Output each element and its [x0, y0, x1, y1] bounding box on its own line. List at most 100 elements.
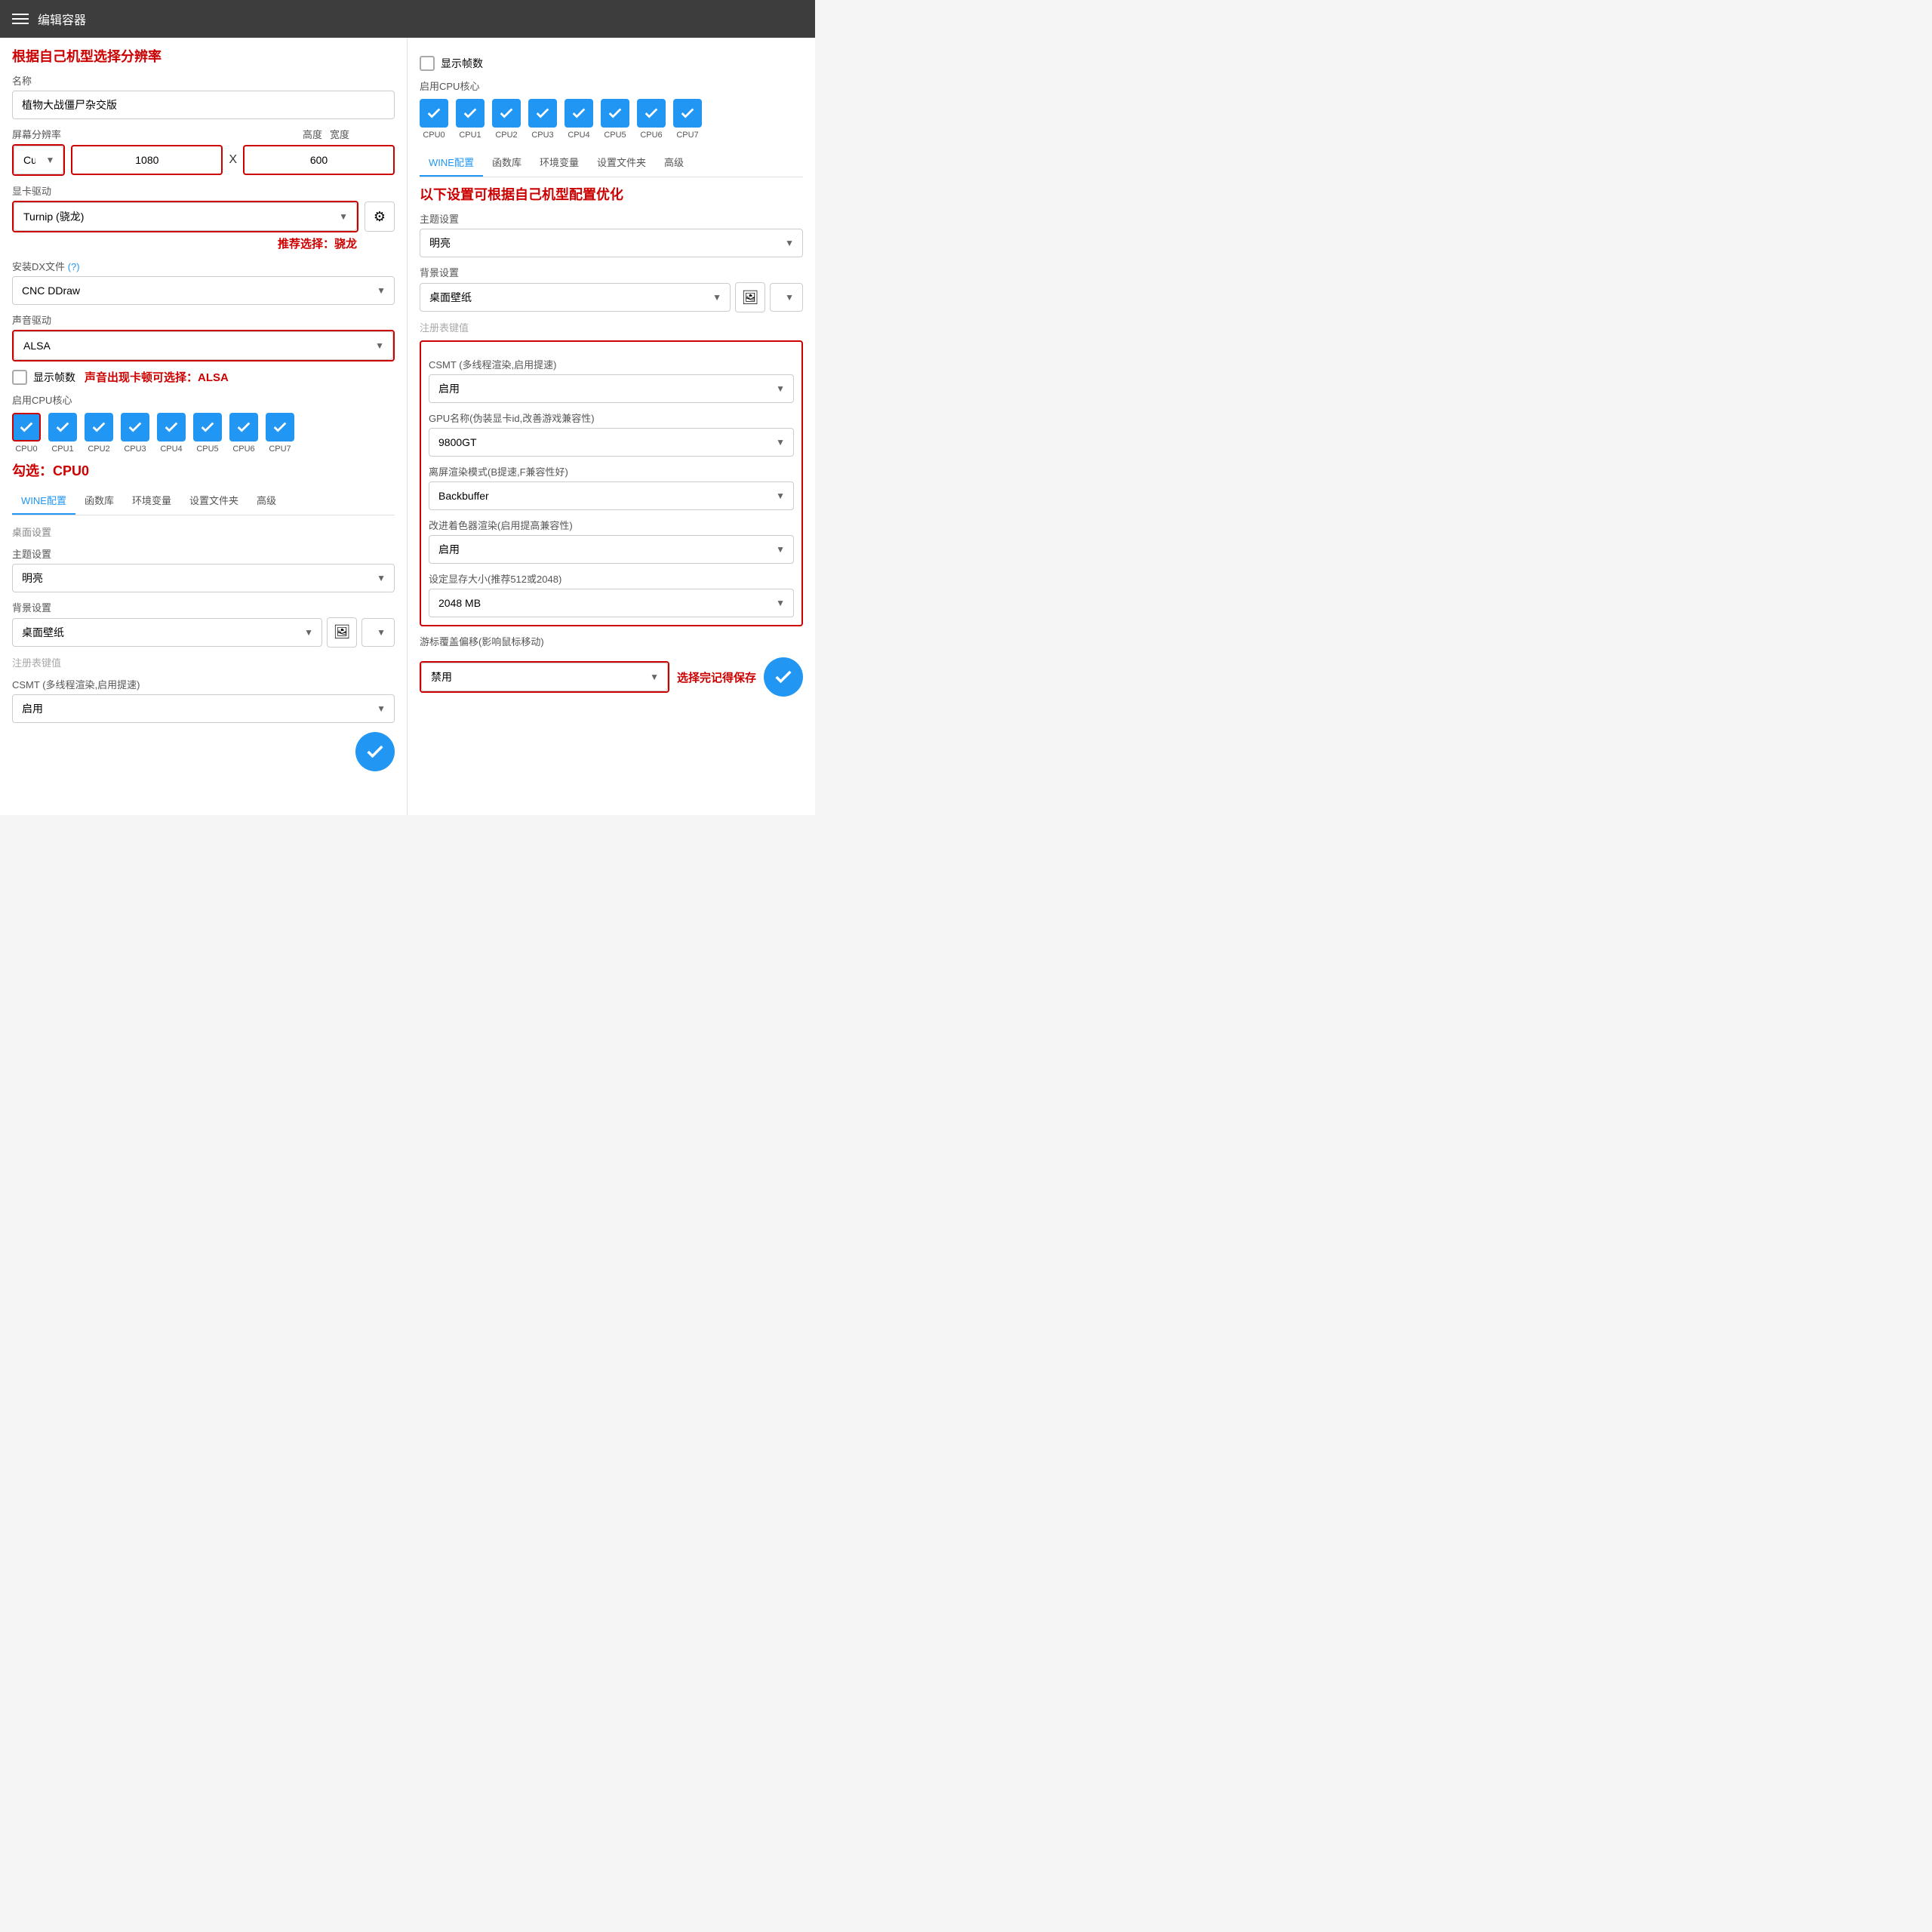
cpu1-checkbox-right[interactable] — [456, 99, 485, 128]
cpu-annotation: 勾选：CPU0 — [12, 463, 395, 480]
gpu-select-wrapper: Turnip (骁龙) ▼ — [12, 201, 358, 232]
cpu-core-item: CPU7 — [266, 413, 294, 454]
bg-select-row: 桌面壁纸 ▼ 🖼 ▼ — [12, 617, 395, 648]
cpu0-checkbox-right[interactable] — [420, 99, 448, 128]
gpu-name-select-wrapper: 9800GT ▼ — [429, 428, 794, 457]
header-title: 编辑容器 — [38, 10, 86, 28]
cpu7-checkbox[interactable] — [266, 413, 294, 441]
left-panel: 根据自己机型选择分辨率 名称 屏幕分辨率 宽度 高度 Custom ▼ X 显卡… — [0, 38, 408, 815]
cpu6-checkbox[interactable] — [229, 413, 258, 441]
theme-select[interactable]: 明亮 — [12, 564, 395, 592]
cpu7-checkbox-right[interactable] — [673, 99, 702, 128]
cpu4-label: CPU4 — [160, 445, 182, 454]
cpu6-checkbox-right[interactable] — [637, 99, 666, 128]
tab-wine-config-right[interactable]: WINE配置 — [420, 149, 483, 177]
vram-select[interactable]: 2048 MB — [429, 589, 794, 617]
bg-select-right[interactable]: 桌面壁纸 — [420, 283, 731, 312]
cpu7-label: CPU7 — [269, 445, 291, 454]
cpu4-checkbox-right[interactable] — [565, 99, 593, 128]
cpu-core-item-r: CPU7 — [673, 99, 702, 140]
show-fps-checkbox[interactable] — [12, 370, 27, 385]
gpu-annotation: 推荐选择：骁龙 — [12, 235, 395, 251]
tab-env-vars-right[interactable]: 环境变量 — [531, 149, 588, 177]
width-input[interactable] — [71, 145, 223, 175]
shader-select[interactable]: 启用 — [429, 535, 794, 564]
bg-select-wrapper: 桌面壁纸 ▼ — [12, 618, 322, 647]
cpu2-checkbox[interactable] — [85, 413, 113, 441]
wine-annotation: 以下设置可根据自己机型配置优化 — [420, 186, 803, 204]
bg-image-button-right[interactable]: 🖼 — [735, 282, 765, 312]
tab-wine-config[interactable]: WINE配置 — [12, 487, 75, 515]
shader-label: 改进着色器渲染(启用提高兼容性) — [429, 518, 794, 532]
gpu-label: 显卡驱动 — [12, 183, 395, 198]
save-button-left[interactable] — [355, 732, 395, 771]
tabs-bar: WINE配置 函数库 环境变量 设置文件夹 高级 — [12, 487, 395, 515]
tab-file-folder-right[interactable]: 设置文件夹 — [588, 149, 655, 177]
show-fps-checkbox-right[interactable] — [420, 56, 435, 71]
save-button-right[interactable] — [764, 657, 803, 697]
cpu5-checkbox-right[interactable] — [601, 99, 629, 128]
cpu6-label: CPU6 — [232, 445, 254, 454]
cpu-core-item-r: CPU0 — [420, 99, 448, 140]
theme-select-wrapper: 明亮 ▼ — [12, 564, 395, 592]
cpu4-checkbox[interactable] — [157, 413, 186, 441]
main-layout: 根据自己机型选择分辨率 名称 屏幕分辨率 宽度 高度 Custom ▼ X 显卡… — [0, 38, 815, 815]
resolution-label: 屏幕分辨率 宽度 高度 — [12, 127, 395, 141]
name-label: 名称 — [12, 73, 395, 88]
header: 编辑容器 — [0, 0, 815, 38]
tab-advanced-right[interactable]: 高级 — [655, 149, 693, 177]
menu-icon[interactable] — [12, 14, 29, 24]
show-fps-row-right: 显示帧数 — [420, 56, 803, 71]
theme-select-wrapper-right: 明亮 ▼ — [420, 229, 803, 257]
desktop-section: 桌面设置 — [12, 525, 395, 539]
tab-libs-right[interactable]: 函数库 — [483, 149, 531, 177]
cpu2-checkbox-right[interactable] — [492, 99, 521, 128]
tab-env-vars[interactable]: 环境变量 — [123, 487, 180, 515]
cpu1-checkbox[interactable] — [48, 413, 77, 441]
bg-image-button[interactable]: 🖼 — [327, 617, 357, 648]
cpu-core-item: CPU4 — [157, 413, 186, 454]
csmt-select[interactable]: 启用 — [12, 694, 395, 723]
bg-extra-select[interactable] — [361, 618, 395, 647]
cpu-label-right: 启用CPU核心 — [420, 78, 803, 93]
audio-annotation: 声音出现卡顿可选择：ALSA — [85, 369, 229, 385]
cpu5-label-right: CPU5 — [604, 131, 626, 140]
title-annotation: 根据自己机型选择分辨率 — [12, 48, 395, 66]
height-input[interactable] — [243, 145, 395, 175]
gpu-name-label: GPU名称(伪装显卡id,改善游戏兼容性) — [429, 411, 794, 425]
highlight-settings-box: CSMT (多线程渲染,启用提速) 启用 ▼ GPU名称(伪装显卡id,改善游戏… — [420, 340, 803, 626]
dx-select-wrapper: CNC DDraw ▼ — [12, 276, 395, 305]
cpu-cores-grid: CPU0 CPU1 CPU2 CPU3 — [12, 413, 395, 454]
theme-select-right[interactable]: 明亮 — [420, 229, 803, 257]
cpu5-checkbox[interactable] — [193, 413, 222, 441]
resolution-select[interactable]: Custom — [14, 146, 63, 174]
tab-file-folder[interactable]: 设置文件夹 — [180, 487, 248, 515]
cpu-cores-grid-right: CPU0 CPU1 CPU2 CPU3 — [420, 99, 803, 140]
dx-select[interactable]: CNC DDraw — [12, 276, 395, 305]
gpu-settings-button[interactable]: ⚙ — [365, 202, 395, 232]
tabs-bar-right: WINE配置 函数库 环境变量 设置文件夹 高级 — [420, 149, 803, 177]
bg-select-wrapper-right: 桌面壁纸 ▼ — [420, 283, 731, 312]
gpu-name-select[interactable]: 9800GT — [429, 428, 794, 457]
shader-select-wrapper: 启用 ▼ — [429, 535, 794, 564]
bg-extra-select-right[interactable] — [770, 283, 803, 312]
offscreen-select[interactable]: Backbuffer — [429, 481, 794, 510]
vram-select-wrapper: 2048 MB ▼ — [429, 589, 794, 617]
audio-select[interactable]: ALSA — [14, 331, 393, 360]
cpu3-checkbox-right[interactable] — [528, 99, 557, 128]
cpu6-label-right: CPU6 — [640, 131, 662, 140]
cpu0-checkbox[interactable] — [12, 413, 41, 441]
tab-advanced[interactable]: 高级 — [248, 487, 285, 515]
cursor-select[interactable]: 禁用 — [421, 663, 668, 691]
gpu-select[interactable]: Turnip (骁龙) — [14, 202, 357, 231]
name-input[interactable] — [12, 91, 395, 119]
tab-libs[interactable]: 函数库 — [75, 487, 123, 515]
cpu3-checkbox[interactable] — [121, 413, 149, 441]
cpu3-label-right: CPU3 — [531, 131, 553, 140]
cpu-core-item-r: CPU5 — [601, 99, 629, 140]
csmt-select-right[interactable]: 启用 — [429, 374, 794, 403]
offscreen-label: 离屏渲染模式(B提速,F兼容性好) — [429, 464, 794, 478]
bg-select[interactable]: 桌面壁纸 — [12, 618, 322, 647]
bg-select-row-right: 桌面壁纸 ▼ 🖼 ▼ — [420, 282, 803, 312]
csmt-section-label: CSMT (多线程渲染,启用提速) — [429, 357, 794, 371]
